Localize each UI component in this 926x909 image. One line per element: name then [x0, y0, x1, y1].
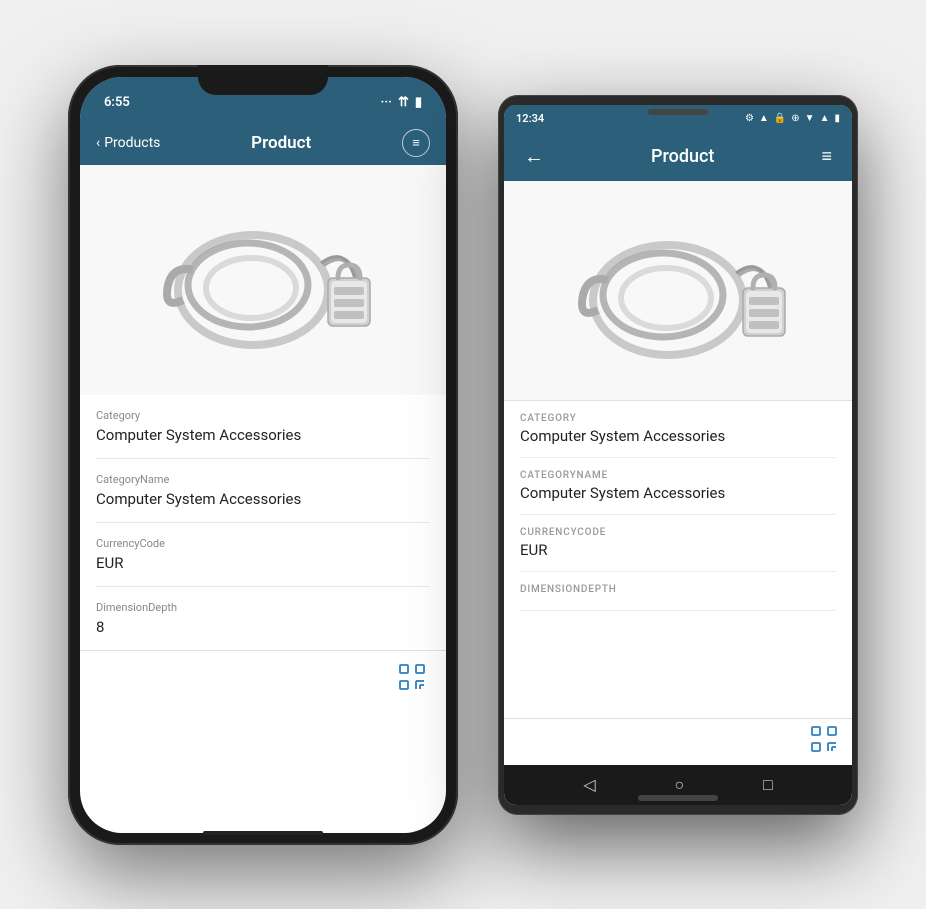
android-label-categoryname: CATEGORYNAME — [520, 470, 836, 481]
ios-back-label: Products — [104, 135, 160, 151]
android-recents-nav-icon[interactable]: □ — [763, 775, 773, 795]
ios-screen: 6:55 ··· ⇈ ▮ ‹ Products Product ≡ — [80, 77, 446, 833]
android-value-category: Computer System Accessories — [520, 427, 836, 445]
ios-status-icons: ··· ⇈ ▮ — [381, 95, 422, 110]
android-label-currencycode: CURRENCYCODE — [520, 527, 836, 538]
android-alert-icon: ▲ — [759, 113, 769, 124]
android-product-details: CATEGORY Computer System Accessories CAT… — [504, 401, 852, 718]
value-currencycode: EUR — [96, 554, 430, 572]
ios-page-title: Product — [251, 133, 311, 153]
android-wifi-icon: ▼ — [805, 113, 815, 124]
scene: 6:55 ··· ⇈ ▮ ‹ Products Product ≡ — [28, 25, 898, 885]
ios-back-button[interactable]: ‹ Products — [96, 135, 160, 151]
ios-battery-icon: ▮ — [415, 95, 422, 110]
label-dimensiondepth: DimensionDepth — [96, 601, 430, 614]
ios-product-details: Category Computer System Accessories Cat… — [80, 395, 446, 650]
ios-phone: 6:55 ··· ⇈ ▮ ‹ Products Product ≡ — [68, 65, 458, 845]
android-lock-icon: 🔒 — [774, 113, 786, 124]
label-currencycode: CurrencyCode — [96, 537, 430, 550]
ios-product-image — [80, 165, 446, 395]
ios-chevron-left-icon: ‹ — [96, 135, 100, 151]
value-dimensiondepth: 8 — [96, 618, 430, 636]
android-bottom-bar — [504, 718, 852, 765]
android-back-button[interactable]: ← — [518, 140, 550, 173]
android-content: CATEGORY Computer System Accessories CAT… — [504, 181, 852, 765]
ios-filter-button[interactable]: ≡ — [402, 129, 430, 157]
android-back-nav-icon[interactable]: ◁ — [583, 775, 595, 794]
android-settings-icon: ⚙ — [745, 113, 754, 124]
android-label-dimensiondepth: DIMENSIONDEPTH — [520, 584, 836, 595]
detail-row-category: Category Computer System Accessories — [96, 395, 430, 459]
android-detail-row-currencycode: CURRENCYCODE EUR — [520, 515, 836, 572]
android-detail-row-dimensiondepth: DIMENSIONDEPTH — [520, 572, 836, 611]
ios-menu-icon: ≡ — [412, 135, 420, 151]
android-detail-row-categoryname: CATEGORYNAME Computer System Accessories — [520, 458, 836, 515]
android-page-title: Product — [651, 146, 714, 167]
android-status-icons: ⚙ ▲ 🔒 ⊕ ▼ ▲ ▮ — [745, 113, 840, 124]
android-cable-lock-illustration — [548, 200, 808, 380]
android-speaker-bottom — [638, 795, 718, 801]
ios-notch — [198, 65, 328, 95]
ios-home-indicator — [203, 831, 323, 835]
android-screen: 12:34 ⚙ ▲ 🔒 ⊕ ▼ ▲ ▮ ← Product ≡ — [504, 105, 852, 805]
android-value-categoryname: Computer System Accessories — [520, 484, 836, 502]
detail-row-dimensiondepth: DimensionDepth 8 — [96, 587, 430, 650]
android-speaker-top — [648, 109, 708, 115]
detail-row-currencycode: CurrencyCode EUR — [96, 523, 430, 587]
android-sync-icon: ⊕ — [791, 113, 799, 124]
android-filter-button[interactable]: ≡ — [815, 142, 838, 171]
ios-wifi-icon: ⇈ — [398, 95, 409, 110]
android-phone: 12:34 ⚙ ▲ 🔒 ⊕ ▼ ▲ ▮ ← Product ≡ — [498, 95, 858, 815]
cable-lock-illustration — [133, 190, 393, 370]
android-time: 12:34 — [516, 112, 544, 125]
ios-bottom-bar — [80, 650, 446, 715]
android-nav-bar: ← Product ≡ — [504, 133, 852, 181]
label-category: Category — [96, 409, 430, 422]
android-value-currencycode: EUR — [520, 541, 836, 559]
ios-nav-bar: ‹ Products Product ≡ — [80, 121, 446, 165]
android-home-nav-icon[interactable]: ○ — [674, 775, 684, 795]
android-battery-icon: ▮ — [834, 113, 840, 124]
android-detail-row-category: CATEGORY Computer System Accessories — [520, 401, 836, 458]
label-categoryname: CategoryName — [96, 473, 430, 486]
detail-row-categoryname: CategoryName Computer System Accessories — [96, 459, 430, 523]
android-signal-icon: ▲ — [820, 113, 830, 124]
android-product-image — [504, 181, 852, 401]
android-scan-button[interactable] — [810, 725, 838, 757]
android-label-category: CATEGORY — [520, 413, 836, 424]
ios-scan-button[interactable] — [394, 659, 430, 695]
value-category: Computer System Accessories — [96, 426, 430, 444]
value-categoryname: Computer System Accessories — [96, 490, 430, 508]
ios-dots-icon: ··· — [381, 95, 392, 110]
ios-time: 6:55 — [104, 95, 130, 110]
